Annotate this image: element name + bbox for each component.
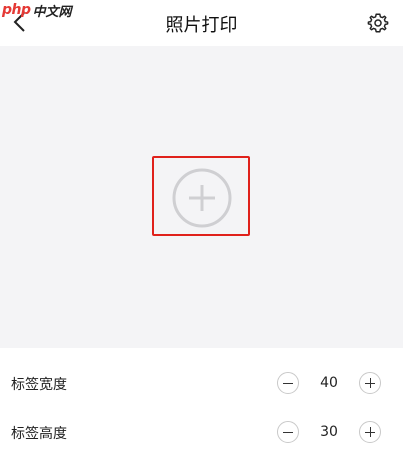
label-height-value: 30 xyxy=(320,424,338,440)
gear-icon[interactable] xyxy=(367,12,389,34)
label-height-label: 标签高度 xyxy=(11,426,67,442)
label-width-decrease-button[interactable] xyxy=(277,372,299,394)
minus-icon xyxy=(283,383,293,384)
label-width-value: 40 xyxy=(320,375,338,391)
photo-canvas xyxy=(0,46,403,348)
label-width-increase-button[interactable] xyxy=(359,372,381,394)
plus-icon-v xyxy=(370,378,371,388)
add-photo-button[interactable] xyxy=(152,156,250,236)
plus-icon-v xyxy=(370,427,371,437)
label-width-stepper: 40 xyxy=(277,372,381,394)
plus-circle-icon xyxy=(172,168,232,228)
label-height-increase-button[interactable] xyxy=(359,421,381,443)
label-width-label: 标签宽度 xyxy=(11,377,67,393)
page-title: 照片打印 xyxy=(165,15,238,36)
label-height-row: 标签高度 30 xyxy=(0,409,403,457)
label-width-row: 标签宽度 40 xyxy=(0,360,403,408)
minus-icon xyxy=(283,432,293,433)
label-height-decrease-button[interactable] xyxy=(277,421,299,443)
label-height-stepper: 30 xyxy=(277,421,381,443)
top-bar: php 中文网 照片打印 xyxy=(0,0,403,46)
